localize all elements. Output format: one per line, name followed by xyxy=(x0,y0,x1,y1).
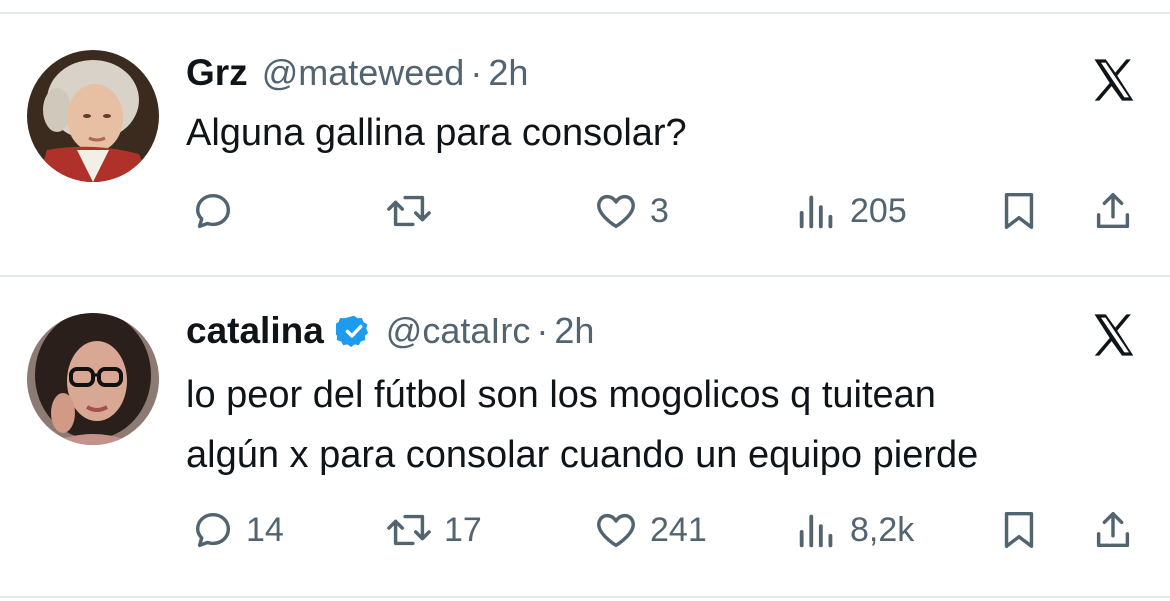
avatar[interactable] xyxy=(27,50,159,182)
heart-icon xyxy=(597,194,635,229)
like-count: 3 xyxy=(650,191,669,230)
bookmark-icon xyxy=(1004,511,1034,549)
author-handle[interactable]: @mateweed xyxy=(262,52,465,94)
tweet-card[interactable]: catalina @cataIrc · 2h lo peor del fútbo… xyxy=(0,277,1170,597)
avatar[interactable] xyxy=(27,313,159,445)
tweet-text-line: lo peor del fútbol son los mogolicos q t… xyxy=(186,374,936,416)
retweet-button[interactable]: 17 xyxy=(384,505,482,555)
views-count: 8,2k xyxy=(850,510,915,549)
share-button[interactable] xyxy=(1090,505,1136,555)
retweet-count: 17 xyxy=(444,510,482,549)
bottom-divider xyxy=(0,596,1170,598)
tweet-header: Grz @mateweed · 2h xyxy=(186,52,528,94)
views-button[interactable]: 205 xyxy=(794,186,907,236)
views-count: 205 xyxy=(850,191,907,230)
action-bar: 14 17 241 8,2k xyxy=(186,505,1146,555)
tweet-text-line: Alguna gallina para consolar? xyxy=(186,112,687,154)
tweet-text: lo peor del fútbol son los mogolicos q t… xyxy=(186,365,1146,485)
share-button[interactable] xyxy=(1090,186,1136,236)
bookmark-icon xyxy=(1004,192,1034,230)
timestamp[interactable]: 2h xyxy=(488,52,528,94)
views-icon xyxy=(799,195,833,229)
reply-count: 14 xyxy=(246,510,284,549)
separator-dot: · xyxy=(536,310,549,351)
retweet-button[interactable] xyxy=(384,186,444,236)
reply-icon xyxy=(195,512,231,548)
reply-button[interactable] xyxy=(190,186,246,236)
like-count: 241 xyxy=(650,510,707,549)
tweet-text: Alguna gallina para consolar? xyxy=(186,106,1146,160)
views-icon xyxy=(799,514,833,548)
retweet-icon xyxy=(387,514,431,546)
verified-badge-icon xyxy=(335,315,368,348)
retweet-icon xyxy=(387,195,431,227)
tweet-text-line: algún x para consolar cuando un equipo p… xyxy=(186,434,979,476)
x-logo-icon[interactable] xyxy=(1088,309,1140,361)
tweet-header: catalina @cataIrc · 2h xyxy=(186,310,594,352)
x-logo-icon[interactable] xyxy=(1088,54,1140,106)
heart-icon xyxy=(597,513,635,548)
action-bar: 3 205 xyxy=(186,186,1146,236)
separator-dot: · xyxy=(470,52,483,93)
bookmark-button[interactable] xyxy=(996,505,1042,555)
author-name[interactable]: Grz xyxy=(186,52,248,94)
author-handle[interactable]: @cataIrc xyxy=(386,310,531,352)
like-button[interactable]: 3 xyxy=(592,186,669,236)
share-icon xyxy=(1096,511,1130,548)
reply-icon xyxy=(195,193,231,229)
like-button[interactable]: 241 xyxy=(592,505,707,555)
share-icon xyxy=(1096,192,1130,229)
bookmark-button[interactable] xyxy=(996,186,1042,236)
tweet-card[interactable]: Grz @mateweed · 2h Alguna gallina para c… xyxy=(0,14,1170,276)
timestamp[interactable]: 2h xyxy=(554,310,594,352)
author-name[interactable]: catalina xyxy=(186,310,324,352)
views-button[interactable]: 8,2k xyxy=(794,505,914,555)
reply-button[interactable]: 14 xyxy=(190,505,284,555)
